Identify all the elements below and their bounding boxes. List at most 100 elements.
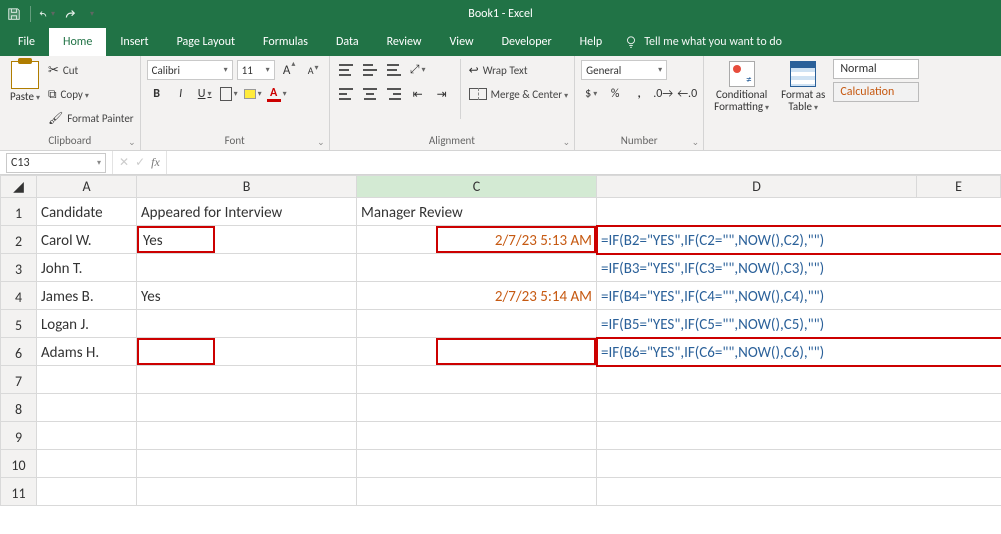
tab-help[interactable]: Help [566, 28, 617, 56]
cell-a5[interactable]: Logan J. [37, 310, 137, 338]
cell-c5[interactable] [357, 310, 597, 338]
row-header-3[interactable]: 3 [1, 254, 37, 282]
col-header-c[interactable]: C [357, 176, 597, 198]
align-right-button[interactable] [384, 84, 404, 104]
cell-c10[interactable] [357, 450, 597, 478]
tab-page-layout[interactable]: Page Layout [163, 28, 249, 56]
font-name-combo[interactable]: Calibri [147, 60, 233, 80]
cell-a1[interactable]: Candidate [37, 198, 137, 226]
cut-button[interactable]: Cut [48, 59, 134, 81]
merge-center-button[interactable]: Merge & Center [469, 83, 569, 105]
increase-font-icon[interactable] [279, 60, 299, 80]
bold-button[interactable]: B [147, 84, 167, 104]
row-header-6[interactable]: 6 [1, 338, 37, 366]
cell-c6[interactable] [357, 338, 597, 366]
name-box[interactable]: C13 [6, 153, 106, 173]
cell-style-calculation[interactable]: Calculation [833, 82, 919, 102]
cancel-icon[interactable]: ✕ [119, 155, 129, 170]
row-header-5[interactable]: 5 [1, 310, 37, 338]
number-format-combo[interactable]: General [581, 60, 667, 80]
cell-d1[interactable] [597, 198, 1001, 226]
paste-button[interactable]: Paste [6, 59, 44, 105]
align-top-button[interactable] [336, 60, 356, 80]
cell-a2[interactable]: Carol W. [37, 226, 137, 254]
formula-input[interactable] [167, 153, 1001, 173]
tab-insert[interactable]: Insert [106, 28, 162, 56]
cell-c4[interactable]: 2/7/23 5:14 AM [357, 282, 597, 310]
customize-qat-icon[interactable] [83, 6, 99, 22]
italic-button[interactable]: I [171, 84, 191, 104]
col-header-a[interactable]: A [37, 176, 137, 198]
cell-style-normal[interactable]: Normal [833, 59, 919, 79]
border-button[interactable] [219, 84, 239, 104]
decrease-indent-button[interactable] [408, 84, 428, 104]
format-painter-button[interactable]: Format Painter [48, 107, 134, 129]
cell-b9[interactable] [137, 422, 357, 450]
cell-a11[interactable] [37, 478, 137, 506]
font-color-button[interactable]: A [267, 84, 287, 104]
cell-a3[interactable]: John T. [37, 254, 137, 282]
cell-d2[interactable]: =IF(B2="YES",IF(C2="",NOW(),C2),"") [597, 226, 1001, 254]
cell-a4[interactable]: James B. [37, 282, 137, 310]
cell-d7[interactable] [597, 366, 1001, 394]
cell-c7[interactable] [357, 366, 597, 394]
row-header-2[interactable]: 2 [1, 226, 37, 254]
row-header-7[interactable]: 7 [1, 366, 37, 394]
cell-a10[interactable] [37, 450, 137, 478]
align-middle-button[interactable] [360, 60, 380, 80]
wrap-text-button[interactable]: Wrap Text [469, 59, 569, 81]
cell-a6[interactable]: Adams H. [37, 338, 137, 366]
row-header-8[interactable]: 8 [1, 394, 37, 422]
cell-c9[interactable] [357, 422, 597, 450]
conditional-formatting-button[interactable]: Conditional Formatting [710, 59, 773, 115]
tab-data[interactable]: Data [322, 28, 373, 56]
row-header-4[interactable]: 4 [1, 282, 37, 310]
align-bottom-button[interactable] [384, 60, 404, 80]
increase-indent-button[interactable] [432, 84, 452, 104]
cell-d10[interactable] [597, 450, 1001, 478]
tab-developer[interactable]: Developer [488, 28, 566, 56]
align-left-button[interactable] [336, 84, 356, 104]
cell-grid[interactable]: ◢ A B C D E F G 1CandidateAppeared for I… [0, 175, 1001, 506]
accounting-format-button[interactable] [581, 84, 601, 104]
cell-c8[interactable] [357, 394, 597, 422]
cell-c11[interactable] [357, 478, 597, 506]
underline-button[interactable]: U [195, 84, 215, 104]
fx-icon[interactable]: fx [151, 155, 160, 170]
cell-b1[interactable]: Appeared for Interview [137, 198, 357, 226]
cell-b4[interactable]: Yes [137, 282, 357, 310]
col-header-b[interactable]: B [137, 176, 357, 198]
cell-b11[interactable] [137, 478, 357, 506]
save-icon[interactable] [6, 6, 22, 22]
cell-c2[interactable]: 2/7/23 5:13 AM [357, 226, 597, 254]
decrease-decimal-button[interactable] [677, 84, 697, 104]
cell-b5[interactable] [137, 310, 357, 338]
cell-a9[interactable] [37, 422, 137, 450]
row-header-9[interactable]: 9 [1, 422, 37, 450]
cell-b10[interactable] [137, 450, 357, 478]
copy-button[interactable]: Copy [48, 83, 134, 105]
cell-c3[interactable] [357, 254, 597, 282]
cell-a8[interactable] [37, 394, 137, 422]
format-as-table-button[interactable]: Format as Table [777, 59, 829, 115]
cell-b2[interactable]: Yes [137, 226, 357, 254]
font-size-combo[interactable]: 11 [237, 60, 275, 80]
cell-d5[interactable]: =IF(B5="YES",IF(C5="",NOW(),C5),"") [597, 310, 1001, 338]
tab-home[interactable]: Home [49, 28, 106, 56]
cell-b3[interactable] [137, 254, 357, 282]
align-center-button[interactable] [360, 84, 380, 104]
comma-button[interactable] [629, 84, 649, 104]
cell-d9[interactable] [597, 422, 1001, 450]
cell-c1[interactable]: Manager Review [357, 198, 597, 226]
cell-d4[interactable]: =IF(B4="YES",IF(C4="",NOW(),C4),"") [597, 282, 1001, 310]
cell-d11[interactable] [597, 478, 1001, 506]
tab-view[interactable]: View [436, 28, 488, 56]
tell-me-search[interactable]: Tell me what you want to do [624, 28, 782, 56]
cell-b7[interactable] [137, 366, 357, 394]
col-header-e[interactable]: E [917, 176, 1001, 198]
worksheet[interactable]: ◢ A B C D E F G 1CandidateAppeared for I… [0, 175, 1001, 506]
row-header-10[interactable]: 10 [1, 450, 37, 478]
cell-d3[interactable]: =IF(B3="YES",IF(C3="",NOW(),C3),"") [597, 254, 1001, 282]
undo-icon[interactable] [39, 6, 55, 22]
cell-b8[interactable] [137, 394, 357, 422]
